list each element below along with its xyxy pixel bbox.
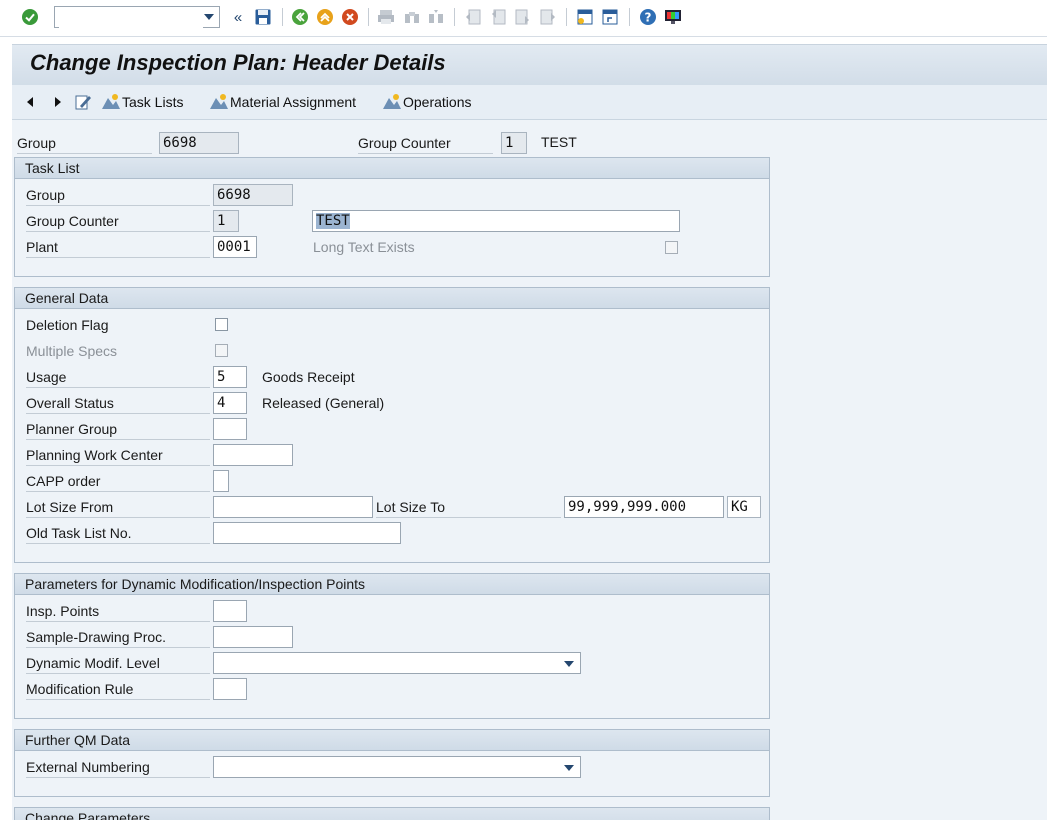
- planner-group-field[interactable]: [213, 418, 247, 440]
- task-list-description-value: TEST: [316, 213, 350, 229]
- previous-object-icon[interactable]: [24, 92, 36, 112]
- chevron-down-icon[interactable]: [564, 661, 574, 667]
- exit-icon[interactable]: [315, 7, 335, 27]
- cancel-icon[interactable]: [340, 7, 360, 27]
- capp-order-label: CAPP order: [26, 471, 210, 492]
- sample-drawing-field[interactable]: [213, 626, 293, 648]
- help-icon[interactable]: ?: [638, 7, 658, 27]
- lot-size-from-label: Lot Size From: [26, 497, 210, 518]
- task-lists-label: Task Lists: [122, 94, 184, 110]
- planner-group-label: Planner Group: [26, 419, 210, 440]
- planning-work-center-label: Planning Work Center: [26, 445, 210, 466]
- overall-status-label: Overall Status: [26, 393, 210, 414]
- command-input[interactable]: [59, 8, 203, 28]
- change-parameters-group: Change Parameters: [14, 807, 770, 820]
- long-text-exists-checkbox: [665, 241, 678, 254]
- chevron-down-icon[interactable]: [564, 765, 574, 771]
- group-counter-field: 1: [501, 132, 527, 154]
- next-page-icon[interactable]: [513, 7, 533, 27]
- page-title: Change Inspection Plan: Header Details: [30, 50, 446, 75]
- group-counter-description: TEST: [541, 134, 577, 150]
- usage-field[interactable]: 5: [213, 366, 247, 388]
- group-title: Further QM Data: [15, 730, 769, 751]
- external-numbering-label: External Numbering: [26, 757, 210, 778]
- group-title: Change Parameters: [15, 808, 769, 820]
- lot-size-to-label: Lot Size To: [376, 497, 561, 518]
- material-assignment-button[interactable]: Material Assignment: [209, 92, 356, 112]
- deletion-flag-label: Deletion Flag: [26, 317, 109, 333]
- task-list-group-counter-label: Group Counter: [26, 211, 210, 232]
- save-icon[interactable]: [253, 7, 273, 27]
- task-list-description-field[interactable]: TEST: [312, 210, 680, 232]
- shortcut-icon[interactable]: [600, 7, 620, 27]
- group-title: General Data: [15, 288, 769, 309]
- last-page-icon[interactable]: [538, 7, 558, 27]
- back-icon[interactable]: [290, 7, 310, 27]
- group-label: Group: [17, 133, 152, 154]
- task-lists-button[interactable]: Task Lists: [101, 92, 183, 112]
- task-list-group-counter-field: 1: [213, 210, 239, 232]
- modification-rule-label: Modification Rule: [26, 679, 210, 700]
- group-title: Parameters for Dynamic Modification/Insp…: [15, 574, 769, 595]
- lot-size-from-field[interactable]: [213, 496, 373, 518]
- usage-description: Goods Receipt: [262, 369, 355, 385]
- display-change-icon[interactable]: [74, 92, 92, 112]
- material-assignment-label: Material Assignment: [230, 94, 357, 110]
- dynamic-modif-level-label: Dynamic Modif. Level: [26, 653, 210, 674]
- title-bar: Change Inspection Plan: Header Details: [12, 44, 1047, 86]
- usage-label: Usage: [26, 367, 210, 388]
- create-session-icon[interactable]: [575, 7, 595, 27]
- overall-status-field[interactable]: 4: [213, 392, 247, 414]
- capp-order-field[interactable]: [213, 470, 229, 492]
- lot-size-to-field[interactable]: 99,999,999.000: [564, 496, 724, 518]
- long-text-exists-label: Long Text Exists: [313, 239, 415, 255]
- operations-button[interactable]: Operations: [382, 92, 471, 112]
- command-field[interactable]: [54, 6, 220, 28]
- old-task-list-label: Old Task List No.: [26, 523, 210, 544]
- planning-work-center-field[interactable]: [213, 444, 293, 466]
- group-title: Task List: [15, 158, 769, 179]
- lot-size-unit-field: KG: [727, 496, 761, 518]
- first-page-icon[interactable]: [463, 7, 483, 27]
- find-icon[interactable]: [402, 7, 422, 27]
- multiple-specs-label: Multiple Specs: [26, 343, 118, 359]
- svg-text:?: ?: [645, 11, 652, 25]
- task-list-group-field: 6698: [213, 184, 293, 206]
- multiple-specs-checkbox: [215, 344, 228, 357]
- dynamic-modif-level-select[interactable]: [213, 652, 581, 674]
- system-toolbar: « ?: [0, 0, 1047, 37]
- overall-status-description: Released (General): [262, 395, 385, 411]
- next-object-icon[interactable]: [52, 92, 64, 112]
- insp-points-label: Insp. Points: [26, 601, 210, 622]
- previous-page-icon[interactable]: [488, 7, 508, 27]
- customize-layout-icon[interactable]: [663, 7, 683, 27]
- task-list-group-label: Group: [26, 185, 210, 206]
- old-task-list-field[interactable]: [213, 522, 401, 544]
- modification-rule-field[interactable]: [213, 678, 247, 700]
- application-toolbar: Task Lists Material Assignment Operation…: [12, 85, 1047, 120]
- work-area: Group 6698 Group Counter 1 TEST Task Lis…: [12, 120, 1047, 820]
- deletion-flag-checkbox[interactable]: [215, 318, 228, 331]
- enter-check-icon[interactable]: [20, 7, 40, 27]
- print-icon[interactable]: [376, 7, 396, 27]
- insp-points-field[interactable]: [213, 600, 247, 622]
- sample-drawing-label: Sample-Drawing Proc.: [26, 627, 210, 648]
- external-numbering-select[interactable]: [213, 756, 581, 778]
- operations-label: Operations: [403, 94, 472, 110]
- plant-label: Plant: [26, 237, 210, 258]
- group-field: 6698: [159, 132, 239, 154]
- plant-field[interactable]: 0001: [213, 236, 257, 258]
- find-next-icon[interactable]: [426, 7, 446, 27]
- group-counter-label: Group Counter: [358, 133, 493, 154]
- chevron-down-icon[interactable]: [204, 14, 214, 20]
- history-collapse-icon[interactable]: «: [228, 7, 248, 27]
